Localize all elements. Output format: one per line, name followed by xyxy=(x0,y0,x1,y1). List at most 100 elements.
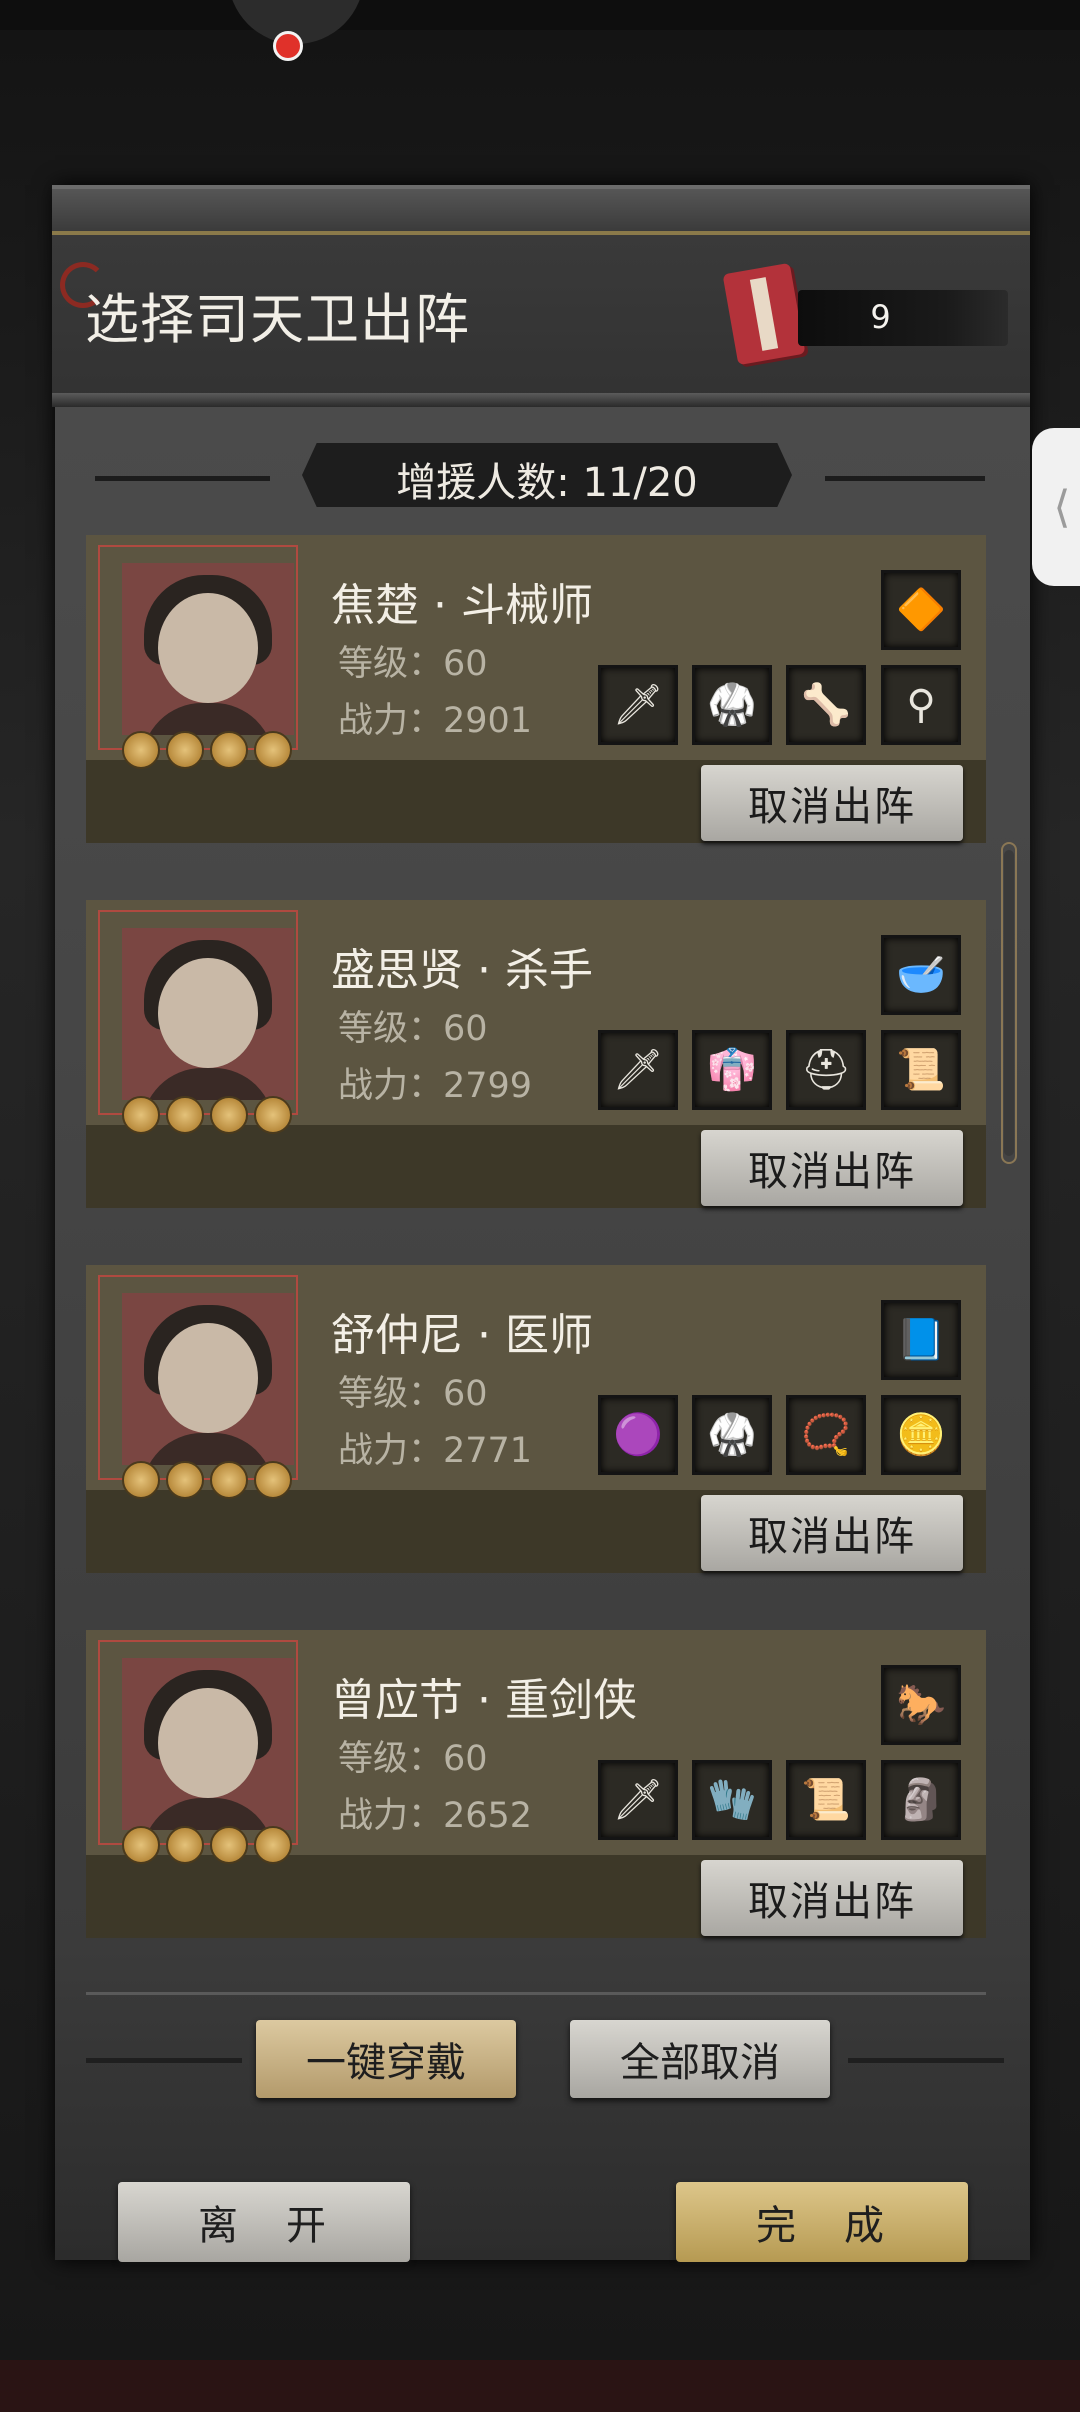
equipment-slot[interactable]: 🟣 xyxy=(598,1395,678,1475)
prayer-beads-icon: 📿 xyxy=(801,1412,851,1458)
page-title: 选择司天卫出阵 xyxy=(85,288,470,351)
gauntlet-icon: 🧤 xyxy=(707,1777,757,1823)
star-icon xyxy=(254,1461,292,1499)
star-icon xyxy=(166,1826,204,1864)
equipment-slot[interactable]: 🗿 xyxy=(881,1760,961,1840)
status-strip xyxy=(0,0,1080,30)
hero-level: 等级：60 xyxy=(338,1739,488,1779)
star-icon xyxy=(210,1826,248,1864)
portrait-face xyxy=(158,1323,258,1433)
amber-gem-icon: 🔶 xyxy=(896,587,946,633)
list-bottom-divider xyxy=(86,1992,986,1995)
bottom-strip xyxy=(0,2360,1080,2412)
talisman-icon: 📜 xyxy=(896,1047,946,1093)
special-item-slot[interactable]: 🥣 xyxy=(881,935,961,1015)
star-icon xyxy=(122,1826,160,1864)
figurine-icon: 🗿 xyxy=(896,1777,946,1823)
dagger-icon: 🗡 xyxy=(612,682,664,728)
star-icon xyxy=(166,731,204,769)
equipment-slot[interactable]: 🗡 xyxy=(598,665,678,745)
hero-card[interactable]: 舒仲尼 · 医师 等级：60 战力：2771 📘 🟣 🥋 📿 🪙 取消出阵 xyxy=(86,1265,986,1573)
scrollbar-thumb[interactable] xyxy=(1004,850,1014,1156)
equipment-slot[interactable]: 🥋 xyxy=(692,1395,772,1475)
equipment-slot[interactable]: 🪙 xyxy=(881,1395,961,1475)
hero-power: 战力：2771 xyxy=(338,1431,533,1471)
robe-icon: 👘 xyxy=(707,1047,757,1093)
star-rating xyxy=(122,731,292,769)
equipment-slot[interactable]: 🧤 xyxy=(692,1760,772,1840)
star-rating xyxy=(122,1826,292,1864)
armor-icon: 🥋 xyxy=(707,682,757,728)
star-icon xyxy=(166,1096,204,1134)
equipment-slot[interactable]: 🥋 xyxy=(692,665,772,745)
star-rating xyxy=(122,1461,292,1499)
cancel-deploy-button[interactable]: 取消出阵 xyxy=(701,1130,963,1206)
equipment-slot[interactable]: ⚲ xyxy=(881,665,961,745)
equipment-slot[interactable]: 🗡 xyxy=(598,1760,678,1840)
hero-level: 等级：60 xyxy=(338,1009,488,1049)
cancel-deploy-button[interactable]: 取消出阵 xyxy=(701,765,963,841)
hero-name: 盛思贤 · 杀手 xyxy=(331,945,593,996)
star-icon xyxy=(166,1461,204,1499)
special-item-slot[interactable]: 🔶 xyxy=(881,570,961,650)
hero-portrait[interactable] xyxy=(122,1658,294,1830)
portrait-face xyxy=(158,1688,258,1798)
equipment-slot[interactable]: 👘 xyxy=(692,1030,772,1110)
jade-bowl-icon: 🥣 xyxy=(896,952,946,998)
hero-power: 战力：2799 xyxy=(338,1066,533,1106)
equipment-slot[interactable]: ⛑ xyxy=(786,1030,866,1110)
cancel-all-button[interactable]: 全部取消 xyxy=(570,2020,830,2098)
special-item-slot[interactable]: 📘 xyxy=(881,1300,961,1380)
title-ridge xyxy=(52,231,1030,235)
hero-portrait[interactable] xyxy=(122,928,294,1100)
footer-divider-right xyxy=(848,2058,1004,2063)
armor-icon: 🥋 xyxy=(707,1412,757,1458)
equipment-slot[interactable]: 📿 xyxy=(786,1395,866,1475)
star-rating xyxy=(122,1096,292,1134)
divider-right xyxy=(825,476,985,481)
cancel-deploy-button[interactable]: 取消出阵 xyxy=(701,1495,963,1571)
pendant-icon: ⚲ xyxy=(906,682,936,728)
star-icon xyxy=(210,731,248,769)
title-ridge-bottom xyxy=(52,393,1030,407)
equipment-slot[interactable]: 🦴 xyxy=(786,665,866,745)
hero-name: 曾应节 · 重剑侠 xyxy=(331,1675,637,1726)
leave-button[interactable]: 离 开 xyxy=(118,2182,410,2262)
hero-name: 舒仲尼 · 医师 xyxy=(331,1310,593,1361)
hero-portrait[interactable] xyxy=(122,1293,294,1465)
chevron-left-icon: ⟨ xyxy=(1053,481,1071,533)
star-icon xyxy=(254,1096,292,1134)
equipment-slot[interactable]: 📜 xyxy=(881,1030,961,1110)
portrait-face xyxy=(158,593,258,703)
equipment-slot[interactable]: 🗡 xyxy=(598,1030,678,1110)
hero-card[interactable]: 焦楚 · 斗械师 等级：60 战力：2901 🔶 🗡 🥋 🦴 ⚲ 取消出阵 xyxy=(86,535,986,843)
hero-level: 等级：60 xyxy=(338,1374,488,1414)
divider-left xyxy=(95,476,270,481)
notification-dot xyxy=(273,31,303,61)
horse-icon: 🐎 xyxy=(896,1682,946,1728)
equipment-slot[interactable]: 📜 xyxy=(786,1760,866,1840)
helmet-icon: ⛑ xyxy=(800,1047,852,1093)
hero-power: 战力：2901 xyxy=(338,701,533,741)
portrait-face xyxy=(158,958,258,1068)
reinforce-count: 增援人数: 11/20 xyxy=(396,460,698,506)
star-icon xyxy=(254,731,292,769)
ticket-count: 9 xyxy=(870,298,891,336)
star-icon xyxy=(210,1461,248,1499)
hero-level: 等级：60 xyxy=(338,644,488,684)
equip-all-button[interactable]: 一键穿戴 xyxy=(256,2020,516,2098)
star-icon xyxy=(254,1826,292,1864)
hero-card[interactable]: 盛思贤 · 杀手 等级：60 战力：2799 🥣 🗡 👘 ⛑ 📜 取消出阵 xyxy=(86,900,986,1208)
hero-card[interactable]: 曾应节 · 重剑侠 等级：60 战力：2652 🐎 🗡 🧤 📜 🗿 取消出阵 xyxy=(86,1630,986,1938)
medallion-icon: 🪙 xyxy=(896,1412,946,1458)
dagger-icon: 🗡 xyxy=(612,1047,664,1093)
cancel-deploy-button[interactable]: 取消出阵 xyxy=(701,1860,963,1936)
side-drawer-tab[interactable]: ⟨ xyxy=(1032,428,1080,586)
sword-icon: 🗡 xyxy=(612,1777,664,1823)
special-item-slot[interactable]: 🐎 xyxy=(881,1665,961,1745)
hero-power: 战力：2652 xyxy=(338,1796,533,1836)
star-icon xyxy=(122,1461,160,1499)
hero-portrait[interactable] xyxy=(122,563,294,735)
done-button[interactable]: 完 成 xyxy=(676,2182,968,2262)
footer-divider-left xyxy=(86,2058,242,2063)
